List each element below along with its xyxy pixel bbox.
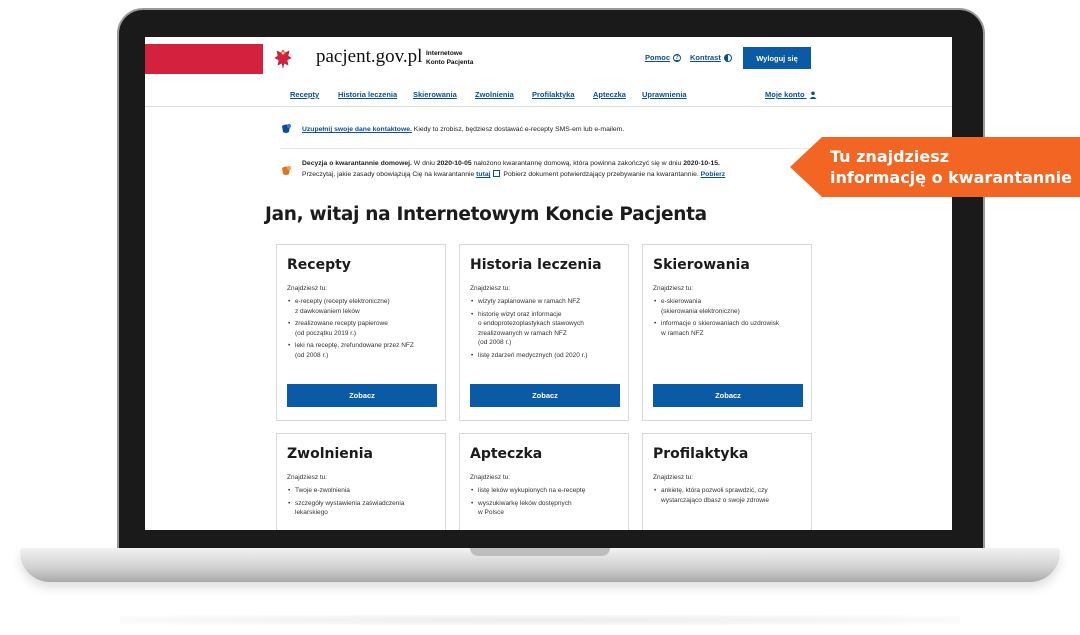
- card-title: Historia leczenia: [470, 257, 602, 273]
- list-item: listę zdarzeń medycznych (od 2020 r.): [470, 351, 622, 361]
- card-apteczka: Apteczka Znajdziesz tu: listę leków wyku…: [459, 433, 629, 530]
- list-item: leki na receptę, zrefundowane przez NFZ …: [287, 341, 439, 360]
- list-item: wizyty zaplanowane w ramach NFZ: [470, 297, 622, 307]
- quarantine-icon: [282, 166, 291, 175]
- card-intro: Znajdziesz tu:: [470, 285, 511, 292]
- phone-mail-icon: [282, 124, 291, 133]
- nav-item-apteczka[interactable]: Apteczka: [593, 90, 626, 99]
- card-title: Profilaktyka: [653, 446, 749, 462]
- page-title: Jan, witaj na Internetowym Koncie Pacjen…: [265, 204, 707, 225]
- card-title: Recepty: [287, 257, 351, 273]
- quarantine-rules-text: Przeczytaj, jakie zasady obowiązują Cię …: [302, 171, 477, 178]
- contrast-label: Kontrast: [690, 53, 721, 62]
- callout-text: Tu znajdziesz informację o kwarantannie: [830, 146, 1072, 188]
- laptop-notch: [470, 548, 610, 556]
- contact-data-link[interactable]: Uzupełnij swoje dane kontaktowe.: [302, 126, 412, 133]
- help-label: Pomoc: [645, 53, 671, 62]
- account-label: Moje konto: [765, 90, 805, 99]
- callout-arrow: [790, 137, 822, 197]
- quarantine-title: Decyzja o kwarantannie domowej.: [302, 160, 412, 167]
- card-list: ankietę, która pozwoli sprawdzić, czy wy…: [653, 486, 805, 508]
- quarantine-rules-link[interactable]: tutaj: [476, 171, 490, 178]
- nav-item-zwolnienia[interactable]: Zwolnienia: [475, 90, 514, 99]
- card-intro: Znajdziesz tu:: [653, 285, 694, 292]
- contrast-icon: [723, 53, 732, 62]
- nav-item-recepty[interactable]: Recepty: [290, 90, 319, 99]
- card-intro: Znajdziesz tu:: [653, 474, 694, 481]
- historia-zobacz-button[interactable]: Zobacz: [470, 384, 620, 407]
- list-item: Twoje e-zwolnienia: [287, 486, 439, 496]
- list-item: wyszukiwarkę leków dostępnych w Polsce: [470, 499, 622, 518]
- site-subtitle-line2: Konto Pacjenta: [426, 59, 474, 66]
- quarantine-start-date: 2020-10-05: [436, 160, 472, 167]
- list-item: szczegóły wystawienia zaświadczenia leka…: [287, 499, 439, 518]
- card-recepty: Recepty Znajdziesz tu: e-recepty (recept…: [276, 244, 446, 421]
- contact-notice: Uzupełnij swoje dane kontaktowe. Kiedy t…: [302, 125, 624, 135]
- list-item: e-skierowania (skierowania elektroniczne…: [653, 297, 805, 316]
- card-title: Zwolnienia: [287, 446, 373, 462]
- card-skierowania: Skierowania Znajdziesz tu: e-skierowania…: [642, 244, 812, 421]
- callout-line1: Tu znajdziesz: [830, 147, 950, 166]
- list-item: listę leków wykupionych na e-receptę: [470, 486, 622, 496]
- contact-notice-text: Kiedy to zrobisz, będziesz dostawać e-re…: [411, 126, 625, 133]
- list-item: e-recepty (recepty elektroniczne) z dawk…: [287, 297, 439, 316]
- list-item: informacje o skierowaniach do uzdrowisk …: [653, 319, 805, 338]
- list-item: ankietę, która pozwoli sprawdzić, czy wy…: [653, 486, 805, 505]
- nav-item-profilaktyka[interactable]: Profilaktyka: [532, 90, 575, 99]
- laptop-shadow: [120, 615, 960, 625]
- external-link-icon: [492, 170, 500, 177]
- site-subtitle-line1: Internetowe: [426, 50, 463, 57]
- site-logo-text[interactable]: pacjent.gov.pl: [316, 46, 422, 68]
- quarantine-download-text: Pobierz dokument potwierdzający przebywa…: [501, 171, 701, 178]
- quarantine-download-link[interactable]: Pobierz: [701, 171, 726, 178]
- logout-button[interactable]: Wyloguj się: [743, 47, 811, 69]
- card-intro: Znajdziesz tu:: [470, 474, 511, 481]
- callout-line2: informację o kwarantannie: [830, 168, 1072, 187]
- nav-item-skierowania[interactable]: Skierowania: [413, 90, 457, 99]
- site-subtitle: Internetowe Konto Pacjenta: [426, 49, 473, 67]
- help-link[interactable]: Pomoc ?: [645, 53, 682, 62]
- nav-item-historia[interactable]: Historia leczenia: [338, 90, 397, 99]
- quarantine-notice-line2: Przeczytaj, jakie zasady obowiązują Cię …: [302, 170, 725, 180]
- card-list: Twoje e-zwolnienia szczegóły wystawienia…: [287, 486, 439, 521]
- card-list: wizyty zaplanowane w ramach NFZ historię…: [470, 297, 622, 363]
- quarantine-text-2: nałożono kwarantannę domową, która powin…: [471, 160, 684, 167]
- card-title: Apteczka: [470, 446, 543, 462]
- eagle-emblem-icon: [272, 47, 294, 71]
- card-list: e-recepty (recepty elektroniczne) z dawk…: [287, 297, 439, 363]
- card-profilaktyka: Profilaktyka Znajdziesz tu: ankietę, któ…: [642, 433, 812, 530]
- card-title: Skierowania: [653, 257, 750, 273]
- question-icon: ?: [673, 53, 682, 62]
- quarantine-text-1: W dniu: [411, 160, 437, 167]
- person-icon: [809, 91, 817, 100]
- notice-divider: [280, 148, 850, 149]
- skierowania-zobacz-button[interactable]: Zobacz: [653, 384, 803, 407]
- card-list: e-skierowania (skierowania elektroniczne…: [653, 297, 805, 341]
- browser-screen: pacjent.gov.pl Internetowe Konto Pacjent…: [145, 37, 952, 530]
- card-list: listę leków wykupionych na e-receptę wys…: [470, 486, 622, 521]
- card-historia-leczenia: Historia leczenia Znajdziesz tu: wizyty …: [459, 244, 629, 421]
- main-nav: Recepty Historia leczenia Skierowania Zw…: [145, 81, 952, 107]
- recepty-zobacz-button[interactable]: Zobacz: [287, 384, 437, 407]
- list-item: zrealizowane recepty papierowe (od począ…: [287, 319, 439, 338]
- quarantine-notice-line1: Decyzja o kwarantannie domowej. W dniu 2…: [302, 159, 720, 169]
- quarantine-end-date: 2020-10-15.: [683, 160, 720, 167]
- account-link[interactable]: Moje konto: [765, 90, 817, 100]
- brand-red-bar: [145, 44, 263, 74]
- nav-item-uprawnienia[interactable]: Uprawnienia: [642, 90, 687, 99]
- list-item: historię wizyt oraz informacje o endopro…: [470, 310, 622, 348]
- card-zwolnienia: Zwolnienia Znajdziesz tu: Twoje e-zwolni…: [276, 433, 446, 530]
- contrast-toggle[interactable]: Kontrast: [690, 53, 732, 62]
- card-intro: Znajdziesz tu:: [287, 474, 328, 481]
- card-intro: Znajdziesz tu:: [287, 285, 328, 292]
